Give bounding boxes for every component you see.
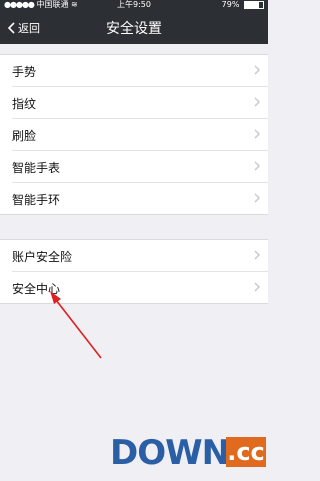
watermark-logo: DOWN .cc bbox=[110, 433, 268, 481]
watermark-text: DOWN bbox=[110, 433, 230, 473]
watermark-badge: .cc bbox=[226, 437, 266, 467]
annotation-arrow-icon bbox=[50, 291, 102, 359]
